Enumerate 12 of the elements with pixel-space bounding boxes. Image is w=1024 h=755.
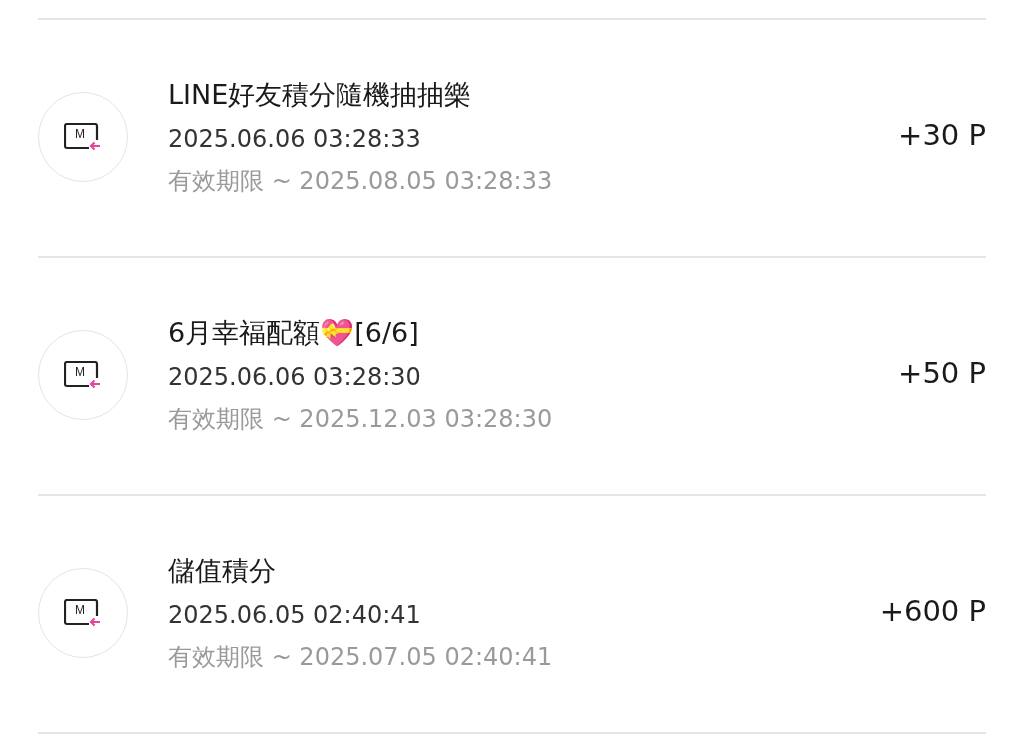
expiry-date: 有效期限 ~ 2025.07.05 02:40:41 bbox=[168, 642, 554, 673]
expiry-date: 有效期限 ~ 2025.08.05 03:28:33 bbox=[168, 166, 554, 197]
record-date: 2025.06.06 03:28:30 bbox=[168, 362, 422, 393]
record-title: 儲值積分 bbox=[168, 554, 277, 588]
expiry-date: 有效期限 ~ 2025.12.03 03:28:30 bbox=[168, 404, 554, 435]
record-date: 2025.06.05 02:40:41 bbox=[168, 600, 422, 631]
points-amount: +30 P bbox=[898, 118, 986, 152]
record-title: 6月幸福配額💝[6/6] bbox=[168, 316, 420, 350]
points-amount: +600 P bbox=[879, 594, 986, 628]
record-title: LINE好友積分隨機抽抽樂 bbox=[168, 78, 473, 112]
points-amount: +50 P bbox=[898, 356, 986, 390]
record-date: 2025.06.06 03:28:33 bbox=[168, 124, 422, 155]
